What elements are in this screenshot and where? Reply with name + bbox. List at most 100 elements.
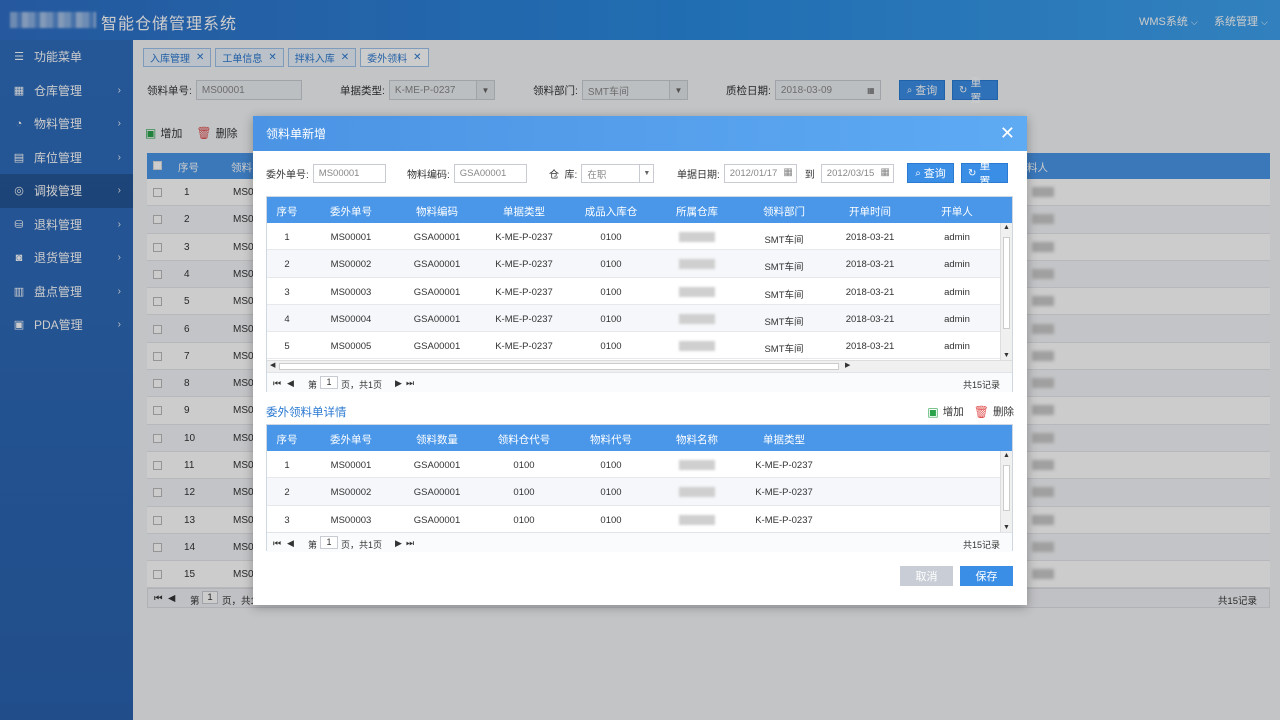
prev-page-icon[interactable]: ◀ xyxy=(287,378,294,389)
table-cell: K-ME-P-0237 xyxy=(755,460,813,471)
table-pager: ⏮ ◀ 第 1 页，共1页 ▶ ⏭ 共15记录 xyxy=(267,532,1012,552)
page-input[interactable]: 1 xyxy=(320,536,338,549)
table-cell: MS00002 xyxy=(330,487,372,499)
close-icon[interactable]: ✕ xyxy=(1000,124,1015,142)
table-cell: GSA00001 xyxy=(413,259,461,271)
scroll-down-icon[interactable]: ▼ xyxy=(1001,352,1012,359)
filter-label: 委外单号: xyxy=(266,170,309,181)
redacted-text xyxy=(679,259,715,270)
input-value: MS00001 xyxy=(318,168,360,179)
modal-reset-button[interactable]: ↻ 重置 xyxy=(961,160,1008,188)
redacted-text xyxy=(679,487,715,498)
material-code-input[interactable]: GSA00001 xyxy=(453,164,527,183)
pager-suffix: 页，共1页 xyxy=(341,540,383,550)
wo-no-input[interactable]: MS00001 xyxy=(312,164,386,183)
table-row[interactable]: 1 MS00001 GSA00001 K-ME-P-0237 0100 SMT车间 2018… xyxy=(267,223,1012,251)
table-cell: MS00003 xyxy=(330,286,372,298)
column-header: 开单时间 xyxy=(849,206,891,218)
table-cell: 0100 xyxy=(600,487,622,499)
scroll-thumb[interactable] xyxy=(279,363,839,370)
scroll-right-icon[interactable]: ▶ xyxy=(845,361,850,369)
table-cell: GSA00001 xyxy=(413,286,461,298)
redacted-text xyxy=(679,286,715,297)
table-row[interactable]: 5 MS00005 GSA00001 K-ME-P-0237 0100 SMT车间 2018… xyxy=(267,332,1012,360)
table-row[interactable]: 3 MS00003 GSA00001 K-ME-P-0237 0100 SMT车间 2018… xyxy=(267,278,1012,305)
table-cell: 0100 xyxy=(513,487,535,499)
last-page-icon[interactable]: ⏭ xyxy=(406,378,414,389)
table-cell: SMT车间 xyxy=(764,289,804,301)
filter-label: 单据日期: xyxy=(677,170,720,181)
search-icon: ⌕ xyxy=(915,167,921,179)
modal-filter-warehouse: 仓 库: 在职 ▼ xyxy=(549,164,655,183)
table-cell: admin xyxy=(944,232,970,243)
table-cell: 3 xyxy=(284,286,290,298)
last-page-icon[interactable]: ⏭ xyxy=(406,538,414,549)
table-cell: 0100 xyxy=(600,341,622,353)
table-cell: admin xyxy=(944,341,970,353)
next-page-icon[interactable]: ▶ xyxy=(395,378,402,389)
pager-prefix: 第 xyxy=(308,540,318,550)
table-cell: 0100 xyxy=(600,514,622,526)
table-row[interactable]: 1 MS00001 GSA00001 0100 0100 K-ME-P-0237 xyxy=(267,451,1012,479)
date-to-input[interactable]: 2012/03/15 ▦ xyxy=(820,164,894,183)
table-row[interactable]: 4 MS00004 GSA00001 K-ME-P-0237 0100 SMT车间 2018… xyxy=(267,304,1012,333)
table-cell: K-ME-P-0237 xyxy=(495,341,553,353)
scroll-thumb[interactable] xyxy=(1003,465,1010,511)
column-header: 领料仓代号 xyxy=(497,434,551,446)
table-cell: 2018-03-21 xyxy=(845,286,895,298)
table-cell: admin xyxy=(944,259,970,271)
vertical-scrollbar[interactable]: ▲ ▼ xyxy=(1000,223,1012,360)
cancel-button[interactable]: 取消 xyxy=(900,566,953,586)
table-cell: K-ME-P-0237 xyxy=(755,514,813,526)
scroll-left-icon[interactable]: ◀ xyxy=(270,361,275,369)
table-row[interactable]: 2 MS00002 GSA00001 K-ME-P-0237 0100 SMT车间 2018… xyxy=(267,250,1012,278)
calendar-icon[interactable]: ▦ xyxy=(880,167,889,178)
horizontal-scrollbar[interactable]: ◀ ▶ xyxy=(267,360,1012,372)
table-cell: K-ME-P-0237 xyxy=(495,286,553,298)
modal-query-button[interactable]: ⌕ 查询 xyxy=(907,163,954,183)
table-cell: 2018-03-21 xyxy=(845,259,895,271)
table-cell: 2 xyxy=(284,487,290,499)
prev-page-icon[interactable]: ◀ xyxy=(287,538,294,549)
column-header: 委外单号 xyxy=(330,434,372,446)
table-cell: 2018-03-21 xyxy=(845,313,895,325)
button-label: 删除 xyxy=(993,406,1014,418)
redacted-text xyxy=(679,341,715,352)
table-cell: 0100 xyxy=(600,232,622,243)
column-header: 开单人 xyxy=(941,206,973,218)
warehouse-select[interactable]: 在职 ▼ xyxy=(581,164,655,183)
table-header: 序号 委外单号 领料数量 领料仓代号 物料代号 物料名称 单据类型 xyxy=(267,425,1012,451)
first-page-icon[interactable]: ⏮ xyxy=(273,378,281,389)
scroll-up-icon[interactable]: ▲ xyxy=(1001,224,1012,231)
table-cell: K-ME-P-0237 xyxy=(495,259,553,271)
detail-add-button[interactable]: ▣ 增加 xyxy=(927,404,963,419)
pager-prefix: 第 xyxy=(308,380,318,390)
refresh-icon: ↻ xyxy=(968,167,977,179)
column-header: 序号 xyxy=(276,434,298,446)
modal-filter-date: 单据日期: 2012/01/17 ▦ 到 2012/03/15 ▦ xyxy=(677,164,894,183)
column-header: 所属仓库 xyxy=(676,206,718,218)
page-input[interactable]: 1 xyxy=(320,376,338,389)
table-cell: 0100 xyxy=(600,460,622,471)
calendar-icon[interactable]: ▦ xyxy=(783,167,792,178)
scroll-down-icon[interactable]: ▼ xyxy=(1001,524,1012,531)
table-row[interactable]: 2 MS00002 GSA00001 0100 0100 K-ME-P-0237 xyxy=(267,478,1012,506)
dropdown-arrow-icon[interactable]: ▼ xyxy=(639,165,653,182)
modal-filter-wo: 委外单号: MS00001 xyxy=(266,164,386,183)
next-page-icon[interactable]: ▶ xyxy=(395,538,402,549)
table-row[interactable]: 3 MS00003 GSA00001 0100 0100 K-ME-P-0237 xyxy=(267,506,1012,532)
pager-suffix: 页，共1页 xyxy=(341,380,383,390)
first-page-icon[interactable]: ⏮ xyxy=(273,538,281,549)
save-button[interactable]: 保存 xyxy=(960,566,1013,586)
date-from-input[interactable]: 2012/01/17 ▦ xyxy=(723,164,797,183)
button-label: 查询 xyxy=(923,168,946,180)
column-header: 单据类型 xyxy=(503,206,545,218)
detail-delete-button[interactable]: 🗑 删除 xyxy=(974,404,1014,419)
vertical-scrollbar[interactable]: ▲ ▼ xyxy=(1000,451,1012,532)
filter-label: 仓 库: xyxy=(549,170,578,181)
scroll-thumb[interactable] xyxy=(1003,237,1010,329)
detail-toolbar: ▣ 增加 🗑 删除 xyxy=(927,404,1014,419)
table-cell: SMT车间 xyxy=(764,235,804,246)
redacted-text xyxy=(679,514,715,525)
scroll-up-icon[interactable]: ▲ xyxy=(1001,452,1012,459)
